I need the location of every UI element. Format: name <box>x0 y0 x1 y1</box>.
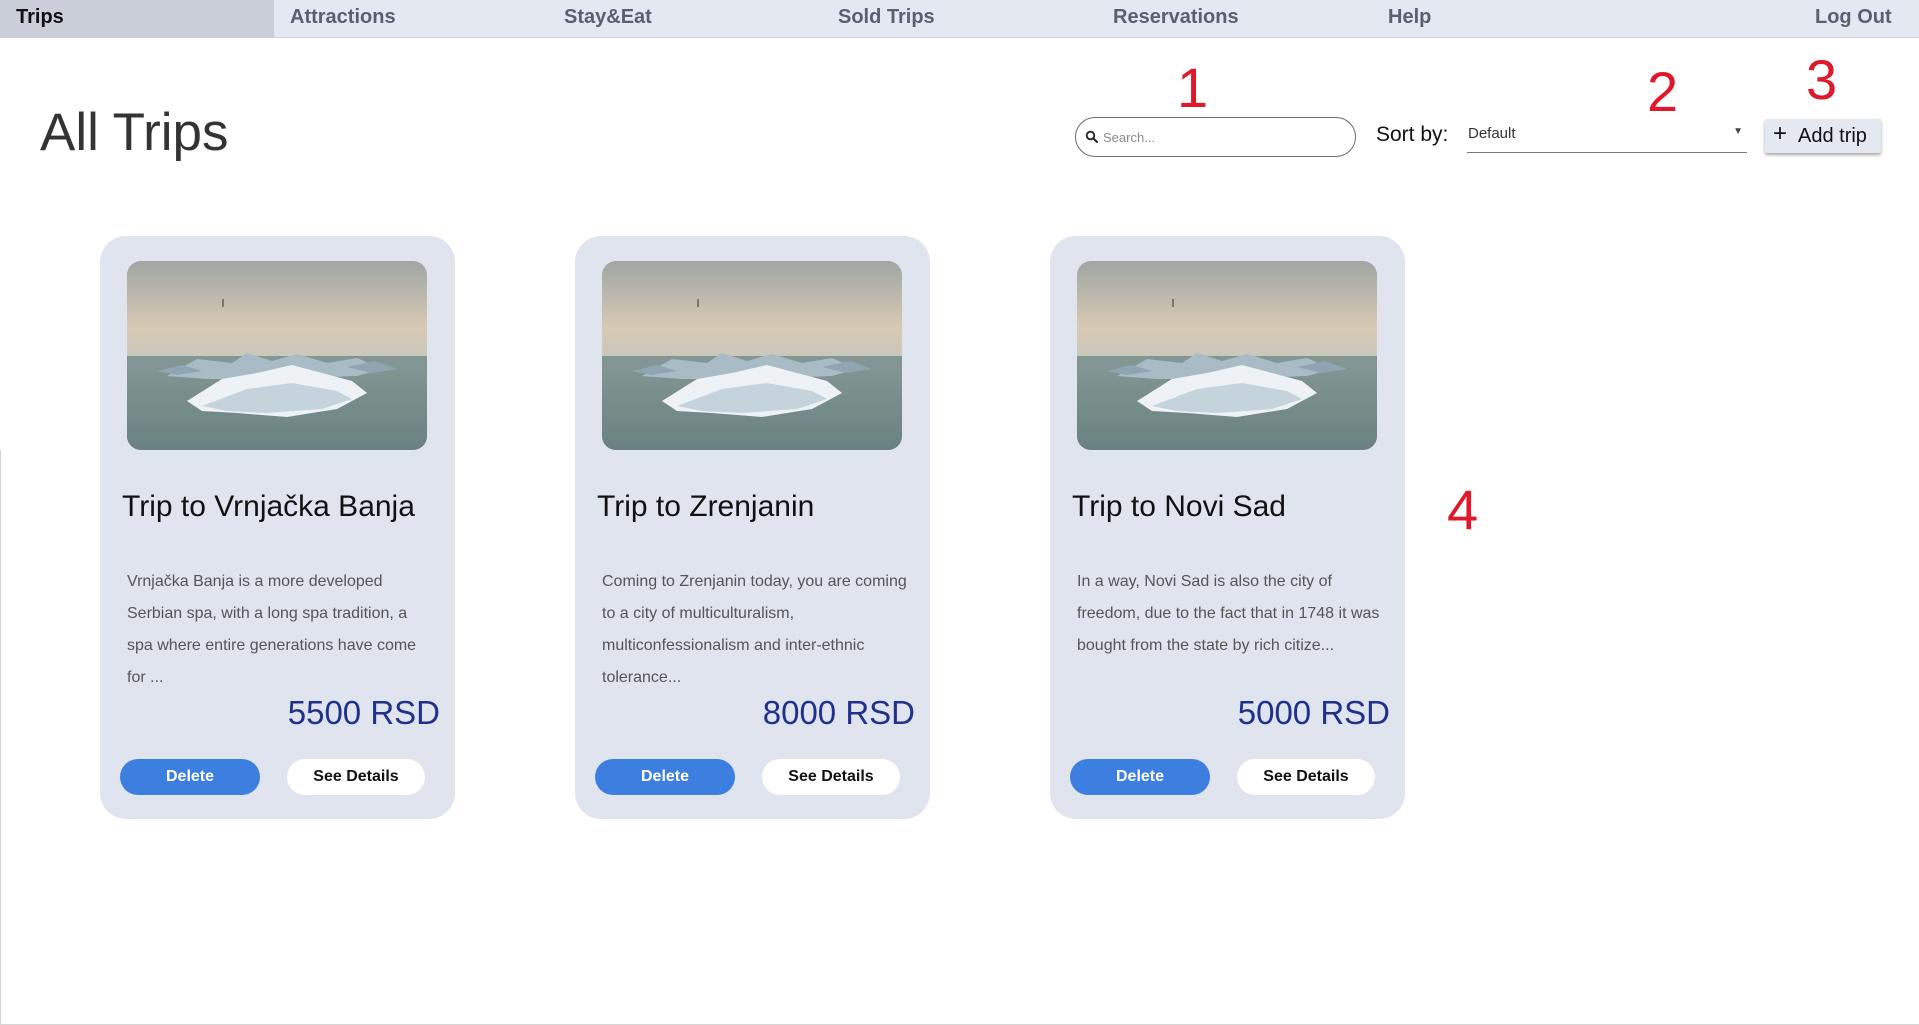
trip-price: 8000 RSD <box>762 694 915 731</box>
trip-title: Trip to Zrenjanin <box>597 490 815 523</box>
trip-image <box>602 261 902 450</box>
plus-icon: + <box>1773 120 1788 147</box>
trip-description: Coming to Zrenjanin today, you are comin… <box>602 573 907 686</box>
nav-item-stay-eat[interactable]: Stay&Eat <box>564 0 652 37</box>
see-details-button[interactable]: See Details <box>1237 759 1375 795</box>
sort-label: Sort by: <box>1376 123 1449 146</box>
trip-title: Trip to Vrnjačka Banja <box>122 490 415 523</box>
trip-description: Vrnjačka Banja is a more developed Serbi… <box>127 573 417 686</box>
trip-price: 5500 RSD <box>287 694 440 731</box>
logout-link[interactable]: Log Out <box>1815 0 1892 37</box>
search-icon <box>1085 130 1099 144</box>
trip-image <box>1077 261 1377 450</box>
trip-title: Trip to Novi Sad <box>1072 490 1286 523</box>
see-details-button[interactable]: See Details <box>762 759 900 795</box>
left-divider <box>0 450 1 1025</box>
delete-button[interactable]: Delete <box>120 759 260 795</box>
search-input[interactable] <box>1103 124 1343 150</box>
delete-button[interactable]: Delete <box>1070 759 1210 795</box>
annotation-1: 1 <box>1177 56 1209 119</box>
nav-item-attractions[interactable]: Attractions <box>290 0 396 37</box>
delete-button[interactable]: Delete <box>595 759 735 795</box>
trip-card: Trip to Vrnjačka Banja Vrnjačka Banja is… <box>100 236 455 819</box>
trip-image <box>127 261 427 450</box>
add-trip-button[interactable]: + Add trip <box>1765 119 1881 153</box>
top-navbar: Trips Attractions Stay&Eat Sold Trips Re… <box>0 0 1919 38</box>
annotation-3: 3 <box>1806 48 1838 111</box>
trip-description: In a way, Novi Sad is also the city of f… <box>1077 573 1380 654</box>
nav-item-help[interactable]: Help <box>1388 0 1431 37</box>
annotation-2: 2 <box>1647 60 1679 123</box>
chevron-down-icon: ▼ <box>1733 126 1743 137</box>
annotation-4: 4 <box>1447 478 1479 541</box>
sort-selected-value: Default <box>1468 125 1516 142</box>
nav-item-sold-trips[interactable]: Sold Trips <box>838 0 935 37</box>
see-details-button[interactable]: See Details <box>287 759 425 795</box>
nav-item-trips[interactable]: Trips <box>0 0 274 37</box>
search-box[interactable] <box>1075 117 1356 157</box>
trip-card: Trip to Novi Sad In a way, Novi Sad is a… <box>1050 236 1405 819</box>
nav-item-reservations[interactable]: Reservations <box>1113 0 1239 37</box>
add-trip-label: Add trip <box>1798 125 1867 147</box>
trip-price: 5000 RSD <box>1237 694 1390 731</box>
page-title: All Trips <box>40 103 229 162</box>
sort-select[interactable]: Default ▼ <box>1467 119 1747 153</box>
trip-card: Trip to Zrenjanin Coming to Zrenjanin to… <box>575 236 930 819</box>
